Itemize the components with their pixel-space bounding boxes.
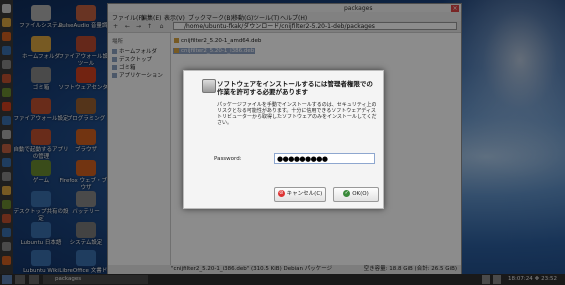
cancel-button[interactable]: ⊘ キャンセル(C)	[274, 187, 326, 202]
check-icon: ✓	[343, 190, 351, 197]
dialog-message: パッケージファイルを手動でインストールするのは、セキュリティ上のリスクとなる可能…	[217, 102, 377, 126]
password-field[interactable]: ●●●●●●●●●	[274, 153, 375, 164]
cancel-icon: ⊘	[277, 190, 285, 197]
dialog-title: ソフトウェアをインストールするには管理者権限での作業を許可する必要があります	[217, 80, 373, 96]
auth-dialog: ソフトウェアをインストールするには管理者権限での作業を許可する必要があります パ…	[183, 70, 384, 209]
ok-button[interactable]: ✓ OK(O)	[333, 187, 379, 202]
password-label: Password:	[214, 156, 242, 162]
package-install-icon	[202, 79, 216, 93]
